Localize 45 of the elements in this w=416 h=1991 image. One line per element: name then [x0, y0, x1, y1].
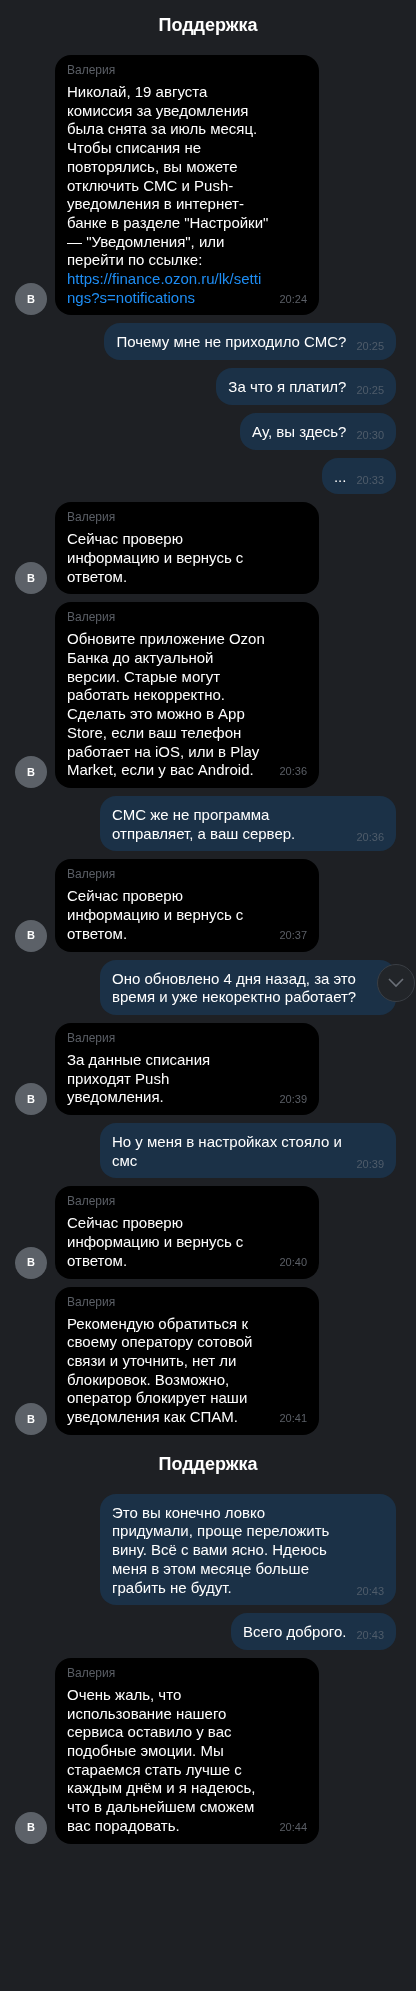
avatar: В	[15, 919, 47, 952]
message-text: Сейчас проверю информацию и вернусь с ответом.	[67, 530, 245, 587]
message-time: 20:41	[279, 1411, 307, 1427]
link[interactable]: https://finance.ozon.ru/lk/settings?s=notifications	[67, 270, 269, 308]
sender-name: Валерия	[67, 1664, 117, 1682]
message-time: 20:39	[279, 1091, 307, 1107]
sender-name: Валерия	[67, 1029, 117, 1047]
message-text: Рекомендую обратиться к своему оператору сотовой связи и уточнить, нет ли блокировок. Возможно, оператор блокирует наши уведомления как СПАМ.	[67, 1314, 254, 1427]
message-time: 20:36	[279, 764, 307, 780]
avatar: В	[15, 1811, 47, 1844]
message-text: Очень жаль, что использование нашего сервиса оставило у вас подобные эмоции. Мы стараемся стать лучше с каждым днём и я надеюсь, что в дальнейшем сможем вас порадовать.	[67, 1685, 257, 1836]
sender-name: Валерия	[67, 1193, 117, 1211]
message-text: Почему мне не приходило СМС?	[116, 333, 347, 353]
avatar: В	[15, 1083, 47, 1115]
avatar: В	[15, 562, 47, 595]
message-time: 20:44	[279, 1820, 307, 1836]
chat-title: Поддержка	[158, 14, 258, 37]
avatar: В	[15, 1246, 47, 1279]
avatar: В	[15, 756, 47, 788]
chat-title: Поддержка	[158, 1452, 258, 1476]
message-text: СМС же не программа отправляет, а ваш сервер.	[112, 806, 297, 844]
message-time: 20:37	[279, 928, 307, 943]
message-text: ...	[333, 467, 347, 487]
sender-name: Валерия	[67, 609, 117, 627]
message-text: Оно обновлено 4 дня назад, за это время и уже некоректно работает?	[112, 969, 358, 1007]
message-text: Это вы конечно ловко придумали, проще переложить вину. Всё с вами ясно. Ндеюсь меня в этом месяце больше грабить не будут.	[112, 1503, 331, 1598]
message-text: За данные списания приходят Push уведомления.	[67, 1050, 212, 1107]
message-text: Ау, вы здесь?	[252, 422, 347, 442]
message-text: Всего доброго.	[242, 1623, 347, 1642]
avatar: В	[15, 283, 47, 316]
sender-name: Валерия	[67, 509, 117, 527]
message-text: Сейчас проверю информацию и вернусь с ответом.	[67, 1214, 245, 1271]
message-text: За что я платил?	[228, 378, 347, 397]
message-time: 20:24	[279, 291, 307, 307]
message-time: 20:40	[279, 1255, 307, 1271]
sender-name: Валерия	[67, 866, 117, 884]
chevron-down-icon	[388, 977, 404, 988]
message-text: Николай, 19 августа комиссия за уведомления была снята за июль месяц. Чтобы списания не повторялись, вы можете отключить СМС и Push-уведомления в интернет-банке в разделе "Настройки" — "Уведомления", или перейти по ссылке:	[67, 83, 269, 271]
message-text: Обновите приложение Ozon Банка до актуальной версии. Старые могут работать некорректно. Сделать это можно в App Store, если ваш телефон работает на iOS, или в Play Market, если у вас Android.	[67, 630, 266, 780]
message-text: Сейчас проверю информацию и вернусь с ответом.	[67, 887, 245, 944]
sender-name: Валерия	[67, 62, 117, 79]
scroll-down-button[interactable]	[377, 963, 415, 1002]
avatar: В	[15, 1402, 47, 1435]
sender-name: Валерия	[67, 1293, 117, 1311]
message-text: Но у меня в настройках стояло и смс	[112, 1133, 343, 1171]
